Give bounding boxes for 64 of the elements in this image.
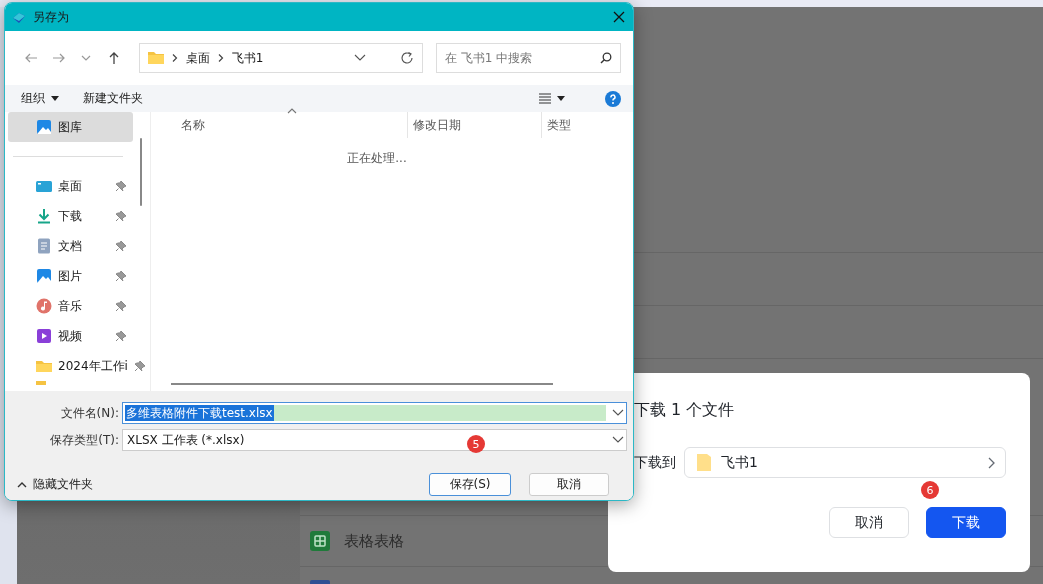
scrollbar-thumb[interactable] (140, 138, 142, 206)
folder-icon (36, 358, 52, 374)
sidebar-item[interactable]: 下载 (8, 201, 133, 231)
folder-icon (147, 51, 164, 65)
path-segment[interactable]: 桌面 (185, 49, 210, 67)
field-label: 保存类型(T): (49, 431, 120, 449)
music-icon (36, 298, 52, 314)
sidebar-item[interactable]: 视频 (8, 321, 133, 351)
caret-icon (51, 96, 59, 101)
address-bar[interactable]: 桌面 飞书1 (138, 43, 423, 73)
sidebar-item[interactable]: 文档 (8, 231, 133, 261)
folder-icon (697, 454, 711, 471)
field-label: 文件名(N): (59, 404, 120, 422)
chevron-up-icon (17, 481, 27, 488)
refresh-icon[interactable] (399, 51, 414, 65)
download-icon (36, 208, 52, 224)
status-text: 正在处理... (347, 150, 408, 167)
video-icon (36, 328, 52, 344)
step-badge: 6 (921, 481, 939, 499)
chevron-right-icon (217, 54, 224, 62)
organize-button[interactable]: 组织 (21, 90, 59, 107)
file-name-value: 多维表格附件下载test.xlsx (125, 405, 274, 421)
cancel-button[interactable]: 取消 (529, 473, 609, 496)
document-icon (36, 238, 52, 254)
hide-folders-button[interactable]: 隐藏文件夹 (17, 476, 93, 493)
cancel-button[interactable]: 取消 (829, 507, 909, 538)
column-header[interactable]: 类型 (541, 112, 633, 138)
sort-caret-icon (287, 108, 297, 114)
gallery-icon (36, 119, 52, 135)
file-name: 表格表格 (344, 531, 404, 551)
field-label: 下载到 (634, 453, 676, 472)
chevron-right-icon (171, 54, 178, 62)
window-title: 另存为 (33, 8, 70, 26)
sidebar-item[interactable]: 桌面 (8, 171, 133, 201)
sidebar-item[interactable]: 音乐 (8, 291, 133, 321)
close-icon[interactable] (613, 11, 625, 23)
search-field[interactable]: 在 飞书1 中搜索 (435, 43, 621, 73)
chevron-down-icon (612, 436, 624, 444)
path-segment[interactable]: 飞书1 (231, 49, 264, 67)
sidebar-item[interactable]: 图片 (8, 261, 133, 291)
list-view-icon[interactable] (539, 93, 551, 104)
picture-icon (36, 268, 52, 284)
chevron-down-icon (612, 409, 624, 417)
column-header[interactable]: 名称 (151, 112, 407, 138)
desktop-icon (36, 178, 52, 194)
back-icon[interactable] (23, 51, 38, 65)
file-name-field[interactable]: 多维表格附件下载test.xlsx (122, 402, 627, 424)
folder-icon (36, 381, 46, 385)
caret-icon[interactable] (557, 96, 565, 101)
chevron-right-icon (988, 456, 995, 469)
search-icon (599, 52, 612, 64)
chevron-down-icon[interactable] (353, 54, 366, 62)
help-icon[interactable] (605, 90, 621, 107)
column-header[interactable]: 修改日期 (407, 112, 541, 138)
download-button[interactable]: 下载 (926, 507, 1006, 538)
spreadsheet-icon (310, 531, 330, 551)
sidebar-item[interactable]: 2024年工作i (8, 351, 133, 381)
scrollbar-thumb[interactable] (171, 383, 553, 385)
sidebar-item[interactable]: 图库 (8, 112, 133, 142)
new-folder-button[interactable]: 新建文件夹 (83, 90, 143, 107)
dialog-title: 下载 1 个文件 (634, 399, 736, 421)
folder-picker[interactable]: 飞书1 (684, 447, 1006, 478)
save-button[interactable]: 保存(S) (429, 473, 511, 496)
forward-icon[interactable] (51, 51, 66, 65)
